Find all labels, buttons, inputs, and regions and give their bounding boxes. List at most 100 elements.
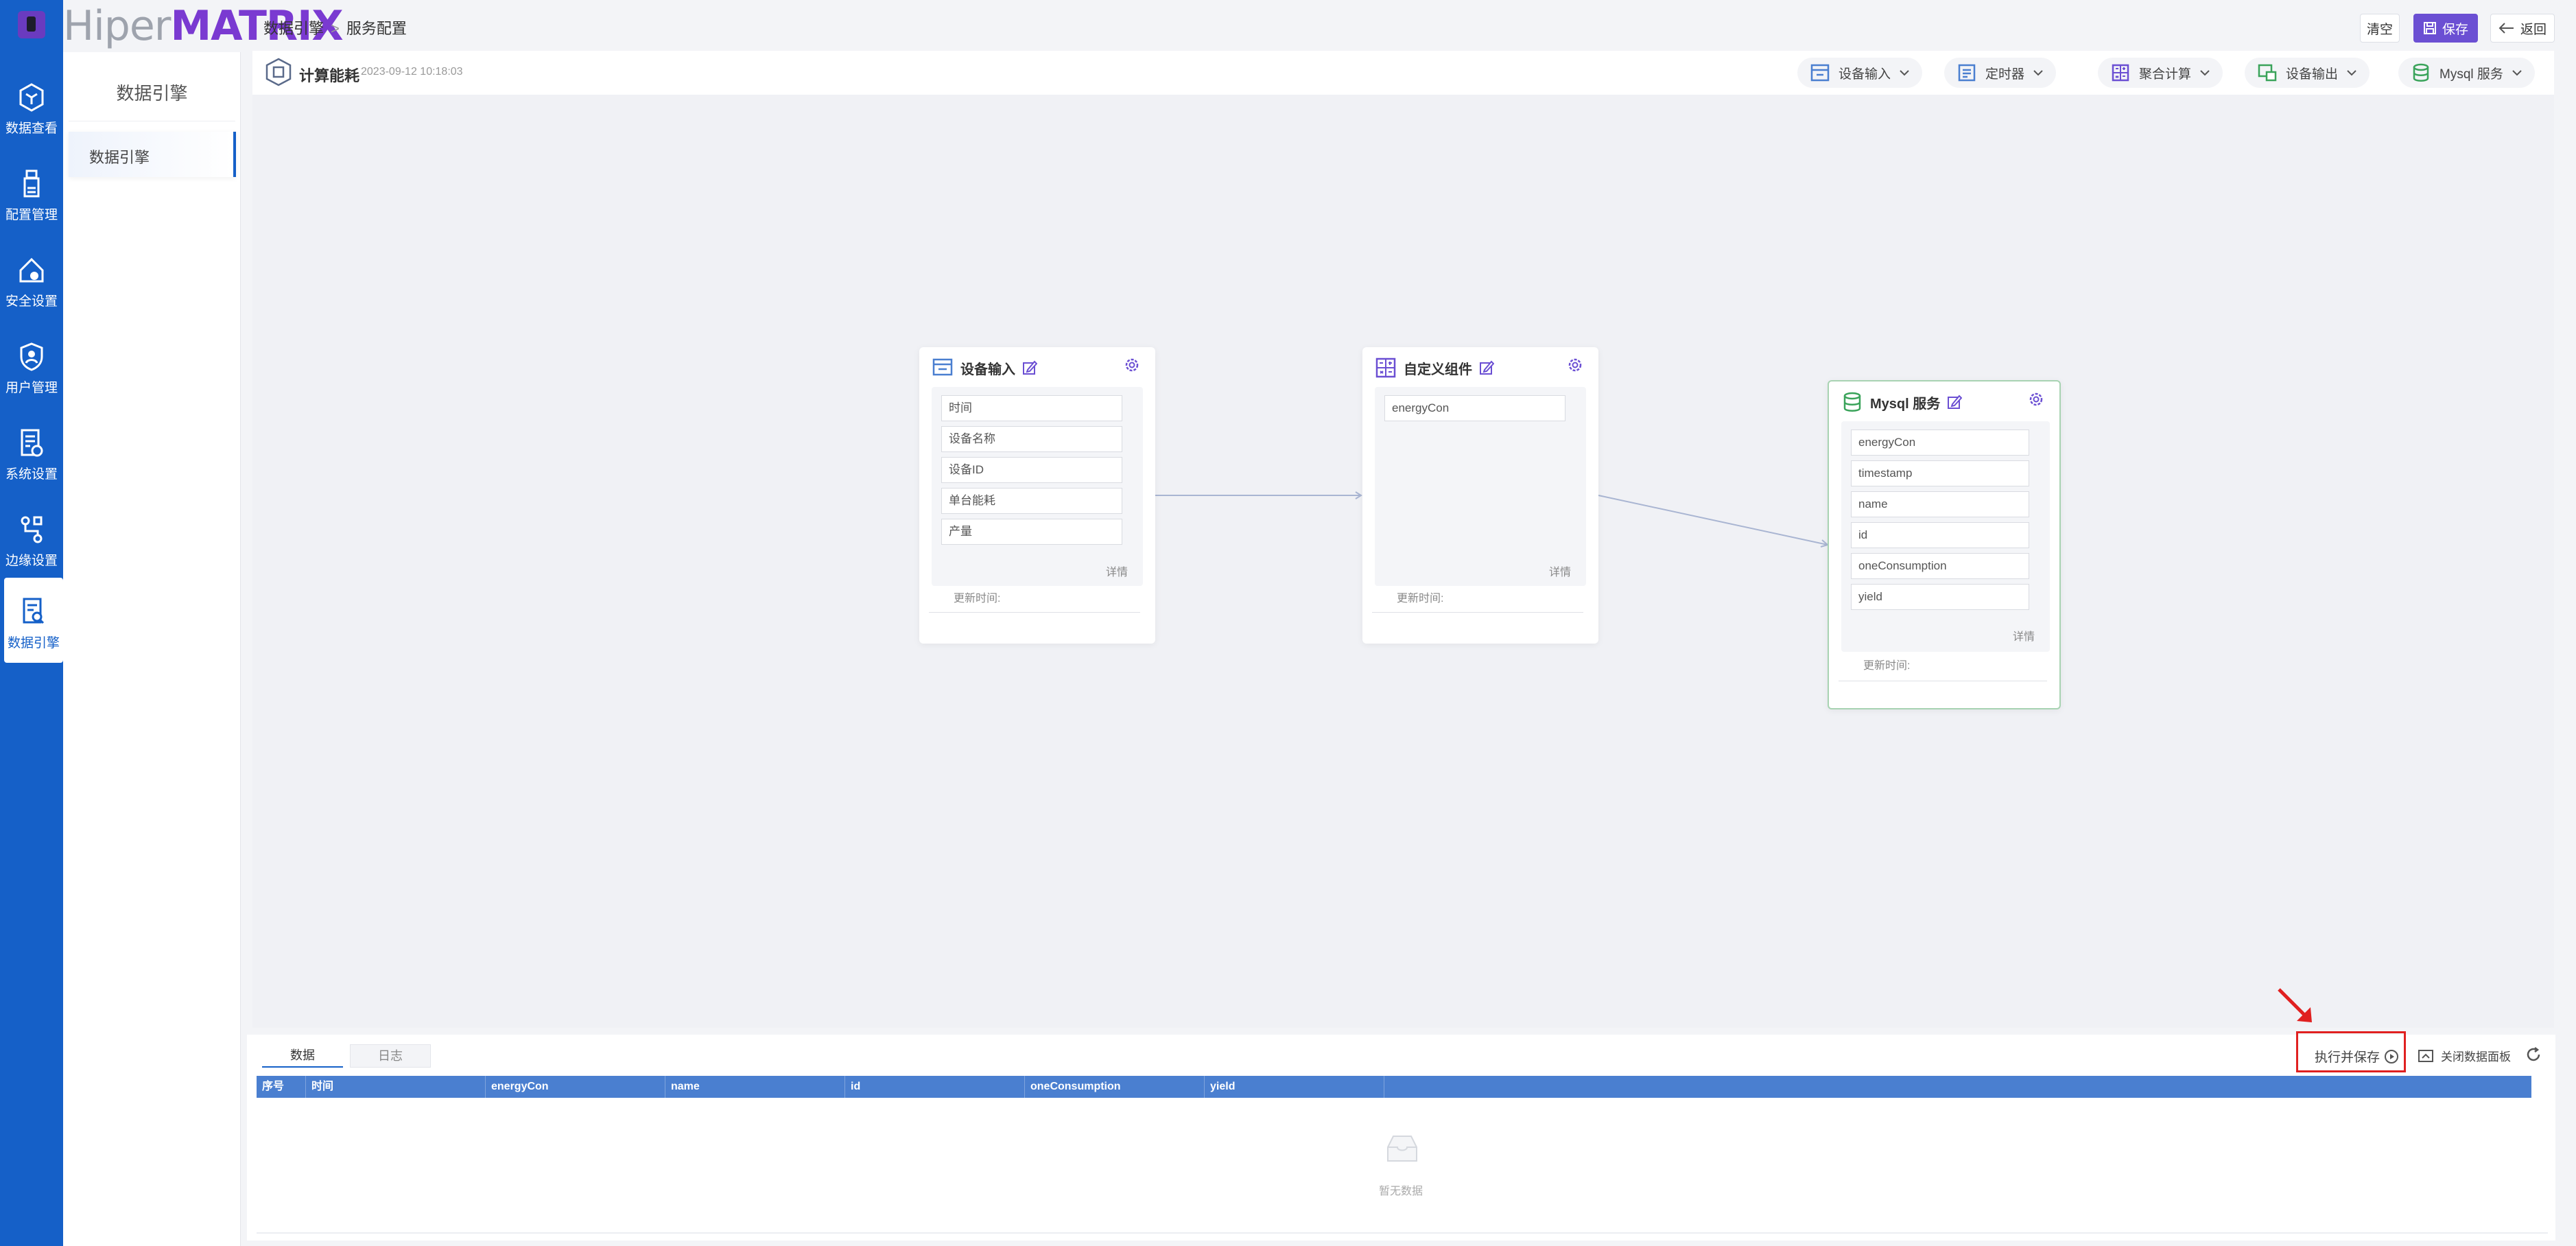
red-arrow-annotation [2278,988,2312,1022]
tab-log[interactable]: 日志 [350,1044,431,1068]
divider [257,1232,2548,1234]
collapse-panel-icon [2418,1049,2433,1062]
nav-security[interactable]: 安全设置 [0,236,63,321]
field-item: energyCon [1384,395,1565,421]
toolbar-mysql[interactable]: Mysql 服务 [2398,58,2535,88]
workflow-icon [21,516,43,543]
execute-and-save-button[interactable]: 执行并保存 [2315,1047,2399,1066]
node-fields-panel: 时间 设备名称 设备ID 单台能耗 产量 详情 [932,387,1143,586]
nav-label: 数据查看 [5,121,58,136]
divider [1372,612,1583,613]
chevron-down-icon [2200,70,2210,76]
field-item: 设备名称 [941,426,1122,452]
flask-config-icon [23,169,40,198]
empty-state-text: 暂无数据 [1379,1186,1423,1197]
field-item: 设备ID [941,457,1122,483]
save-button[interactable]: 保存 [2413,14,2478,43]
nav-data-engine[interactable]: 数据引擎 [4,578,63,663]
nav-label: 安全设置 [5,294,58,309]
execute-label: 执行并保存 [2315,1050,2380,1065]
toolbar-label: 定时器 [1985,67,2025,82]
flow-canvas[interactable]: 设备输入 时间 设备名称 设备ID 单台能耗 产量 详情 更新时间: 自定义组件… [252,95,2554,1028]
breadcrumb-root[interactable]: 数据引擎 [263,20,324,37]
column-header: id [845,1076,1025,1098]
updated-time-label: 更新时间: [954,593,1001,604]
column-header: 序号 [257,1076,306,1098]
nav-label: 系统设置 [5,467,58,482]
toolbar-label: 设备输入 [1839,67,1891,82]
play-circle-icon [2385,1049,2399,1063]
arrow-left-icon [2498,23,2514,34]
toolbar-label: Mysql 服务 [2439,67,2503,82]
back-label: 返回 [2520,22,2547,37]
toolbar-label: 聚合计算 [2139,67,2192,82]
refresh-icon[interactable] [2525,1046,2542,1063]
divider [929,612,1140,613]
node-device-input[interactable]: 设备输入 时间 设备名称 设备ID 单台能耗 产量 详情 更新时间: [919,347,1155,644]
chevron-down-icon [1900,70,1909,76]
tab-data[interactable]: 数据 [262,1044,343,1068]
flow-title: 计算能耗 [299,67,360,84]
breadcrumb: 数据引擎 > 服务配置 [263,16,407,38]
field-item: 单台能耗 [941,488,1122,514]
detail-link[interactable]: 详情 [1106,563,1128,579]
toolbar-label: 设备输出 [2286,67,2339,82]
flow-hexagon-icon [265,58,292,86]
toolbar-device-input[interactable]: 设备输入 [1797,58,1923,88]
toolbar-device-output[interactable]: 设备输出 [2245,58,2370,88]
nav-edge-settings[interactable]: 边缘设置 [0,495,63,580]
chevron-down-icon [2033,70,2043,76]
device-output-icon [2258,64,2277,82]
field-item: 产量 [941,519,1122,545]
user-shield-icon [20,342,43,371]
toolbar-timer[interactable]: 定时器 [1944,58,2057,88]
clear-label: 清空 [2366,22,2393,37]
nav-system-settings[interactable]: 系统设置 [0,409,63,494]
home-shield-icon [19,257,44,283]
updated-time-label: 更新时间: [1863,660,1911,672]
hexagon-box-icon [19,83,44,112]
toolbar-aggregate[interactable]: 聚合计算 [2098,58,2223,88]
nav-label: 配置管理 [5,208,58,222]
node-fields-panel: energyCon timestamp name id oneConsumpti… [1841,421,2050,652]
device-input-icon [932,358,953,376]
brand-part1: Hiper [63,2,171,50]
column-header: name [665,1076,845,1098]
timer-icon [1958,64,1976,82]
document-settings-icon [21,429,43,457]
edit-icon[interactable] [1947,395,1963,410]
close-data-panel-button[interactable]: 关闭数据面板 [2418,1047,2511,1064]
back-button[interactable]: 返回 [2490,14,2555,43]
column-header: oneConsumption [1025,1076,1205,1098]
nav-config-manage[interactable]: 配置管理 [0,150,63,235]
clear-button[interactable]: 清空 [2360,14,2400,43]
breadcrumb-current: 服务配置 [346,20,407,37]
field-item: id [1851,522,2029,548]
gear-icon[interactable] [1124,357,1140,373]
sidebar-item-label: 数据引擎 [89,149,150,166]
nav-data-view[interactable]: 数据查看 [0,63,63,148]
node-custom-component[interactable]: 自定义组件 energyCon 详情 更新时间: [1362,347,1598,644]
secondary-sidebar: 数据引擎 数据引擎 [63,52,241,1246]
breadcrumb-separator: > [331,20,340,37]
nav-user-manage[interactable]: 用户管理 [0,322,63,408]
flow-header: 计算能耗 2023-09-12 10:18:03 设备输入 定时器 聚合计算 设… [252,51,2554,95]
node-header: Mysql 服务 [1841,391,1963,413]
edit-icon[interactable] [1479,360,1494,375]
detail-link[interactable]: 详情 [1549,563,1571,579]
column-header: yield [1205,1076,1384,1098]
database-icon [2413,63,2429,82]
floppy-disk-icon [2423,22,2436,34]
gear-icon[interactable] [1567,357,1583,373]
field-item: 时间 [941,395,1122,421]
node-mysql-service[interactable]: Mysql 服务 energyCon timestamp name id one… [1828,380,2061,709]
chevron-down-icon [2512,70,2522,76]
gear-icon[interactable] [2028,391,2044,408]
empty-inbox-icon [1387,1136,1417,1162]
detail-link[interactable]: 详情 [2013,627,2035,644]
node-title: 设备输入 [960,362,1015,377]
calculator-icon [2112,64,2129,82]
sidebar-item-data-engine[interactable]: 数据引擎 [69,132,236,177]
sidebar-title: 数据引擎 [116,83,188,104]
edit-icon[interactable] [1022,360,1037,375]
